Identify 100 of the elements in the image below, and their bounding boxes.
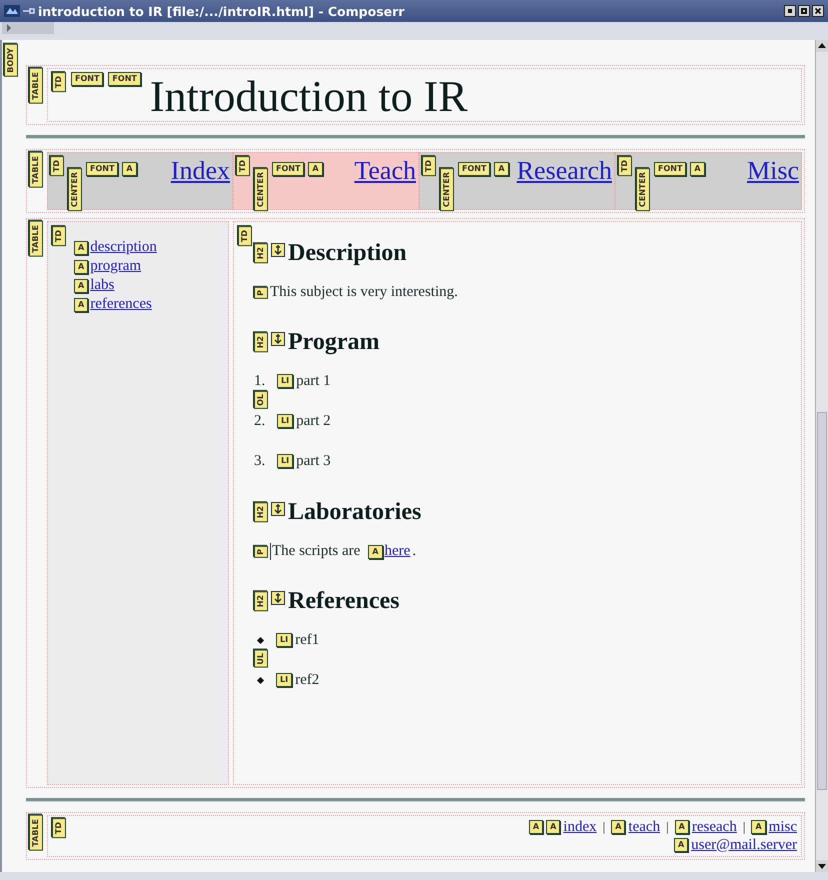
- sidebar-link[interactable]: program: [90, 258, 142, 275]
- tag-marker[interactable]: A: [122, 162, 137, 176]
- tag-marker[interactable]: CENTER: [440, 168, 454, 212]
- anchor-icon[interactable]: [271, 502, 285, 516]
- tag-marker[interactable]: CENTER: [636, 168, 650, 212]
- tag-marker[interactable]: OL: [254, 391, 268, 409]
- tag-marker[interactable]: FONT: [272, 162, 304, 176]
- section-heading: Description: [288, 240, 407, 266]
- tag-marker[interactable]: A: [528, 820, 544, 834]
- tag-marker[interactable]: A: [494, 162, 509, 176]
- tag-marker[interactable]: TD: [236, 156, 250, 176]
- page-title: Introduction to IR: [150, 72, 468, 122]
- link-separator: |: [742, 819, 746, 835]
- bullet-icon: [256, 676, 264, 684]
- footer-link[interactable]: reseach: [692, 818, 737, 836]
- bullet-icon: [256, 636, 264, 644]
- minimize-button[interactable]: [784, 5, 796, 17]
- link-separator: |: [602, 819, 606, 835]
- tag-marker[interactable]: UL: [254, 650, 268, 668]
- tag-marker[interactable]: TD: [618, 156, 632, 176]
- tag-marker[interactable]: FONT: [458, 162, 490, 176]
- list-item-text: part 2: [296, 412, 331, 430]
- tag-marker[interactable]: TD: [50, 156, 64, 176]
- sidebar-link[interactable]: labs: [90, 277, 114, 294]
- scrollbar[interactable]: [815, 40, 828, 872]
- footer-link[interactable]: index: [563, 818, 597, 836]
- list-number: 1.: [254, 372, 266, 390]
- tag-marker[interactable]: A: [546, 820, 560, 834]
- tag-marker[interactable]: BODY: [4, 44, 18, 77]
- tag-marker[interactable]: A: [611, 820, 626, 834]
- tag-marker[interactable]: FONT: [654, 162, 686, 176]
- footer-link[interactable]: misc: [768, 818, 797, 836]
- tag-marker[interactable]: A: [74, 240, 88, 254]
- tag-marker[interactable]: TABLE: [29, 815, 43, 851]
- tag-marker[interactable]: H2: [254, 590, 268, 612]
- tag-marker[interactable]: H2: [254, 332, 268, 352]
- tag-marker[interactable]: A: [690, 162, 705, 176]
- paragraph-text: The scripts are: [270, 543, 360, 560]
- list-item-text: part 3: [296, 452, 331, 470]
- tag-marker[interactable]: CENTER: [254, 168, 268, 212]
- list-item-text: ref2: [295, 672, 320, 688]
- sidebar-link[interactable]: description: [90, 239, 157, 256]
- list-number: 2.: [254, 412, 266, 430]
- tag-marker[interactable]: FONT: [108, 72, 141, 86]
- email-link[interactable]: user@mail.server: [691, 836, 797, 854]
- tag-marker[interactable]: LI: [276, 633, 292, 647]
- section-heading: Laboratories: [288, 498, 422, 526]
- scroll-up-button[interactable]: [816, 40, 828, 52]
- tag-marker[interactable]: LI: [277, 454, 294, 468]
- paragraph-text: This subject is very interesting.: [270, 284, 458, 301]
- anchor-icon[interactable]: [271, 243, 285, 257]
- tag-marker[interactable]: H2: [254, 242, 268, 264]
- tag-marker[interactable]: CENTER: [68, 168, 82, 212]
- tag-marker[interactable]: H2: [254, 502, 268, 522]
- tag-marker[interactable]: A: [751, 820, 766, 834]
- tag-marker[interactable]: P: [254, 546, 268, 558]
- nav-link[interactable]: Misc: [747, 156, 799, 186]
- tag-marker[interactable]: TABLE: [29, 68, 43, 104]
- tag-marker[interactable]: A: [308, 162, 323, 176]
- nav-link[interactable]: Research: [516, 156, 612, 186]
- tag-marker[interactable]: A: [368, 544, 382, 558]
- nav-link[interactable]: Index: [170, 156, 230, 186]
- tag-marker[interactable]: A: [74, 278, 88, 292]
- tag-marker[interactable]: LI: [276, 673, 292, 687]
- section-heading: Program: [288, 328, 380, 356]
- tag-marker[interactable]: TABLE: [29, 152, 43, 188]
- close-button[interactable]: [812, 5, 824, 17]
- nav-link[interactable]: Teach: [354, 156, 416, 186]
- tag-marker[interactable]: P: [254, 286, 268, 298]
- tag-marker[interactable]: TD: [52, 818, 66, 838]
- tag-marker[interactable]: FONT: [71, 72, 104, 86]
- tag-marker[interactable]: A: [674, 820, 689, 834]
- paragraph-text: .: [412, 543, 416, 560]
- window-title: introduction to IR [file:/.../introIR.html] - Composerr: [38, 4, 404, 18]
- footer-link[interactable]: teach: [628, 818, 660, 836]
- tag-marker[interactable]: TD: [422, 156, 436, 176]
- section-heading: References: [288, 588, 400, 614]
- tag-marker[interactable]: FONT: [86, 162, 118, 176]
- tag-marker[interactable]: A: [74, 260, 88, 274]
- tag-marker[interactable]: TD: [52, 226, 66, 246]
- scroll-thumb[interactable]: [817, 412, 827, 790]
- list-number: 3.: [254, 452, 266, 470]
- tag-marker[interactable]: TABLE: [29, 221, 43, 257]
- collapse-handle[interactable]: [2, 22, 54, 34]
- anchor-icon[interactable]: [271, 332, 285, 346]
- sidebar-link[interactable]: references: [90, 296, 152, 313]
- tag-marker[interactable]: TD: [238, 226, 252, 246]
- maximize-button[interactable]: [798, 5, 810, 17]
- list-item-text: ref1: [295, 632, 320, 648]
- tag-marker[interactable]: LI: [277, 374, 294, 388]
- text-link[interactable]: here: [384, 543, 410, 560]
- scroll-down-button[interactable]: [816, 860, 828, 872]
- pin-icon[interactable]: [23, 7, 35, 15]
- link-separator: |: [666, 819, 669, 835]
- tag-marker[interactable]: TD: [52, 72, 66, 92]
- app-icon: [4, 5, 20, 17]
- tag-marker[interactable]: A: [674, 838, 688, 852]
- tag-marker[interactable]: A: [74, 298, 88, 312]
- tag-marker[interactable]: LI: [277, 414, 294, 428]
- anchor-icon[interactable]: [271, 591, 285, 605]
